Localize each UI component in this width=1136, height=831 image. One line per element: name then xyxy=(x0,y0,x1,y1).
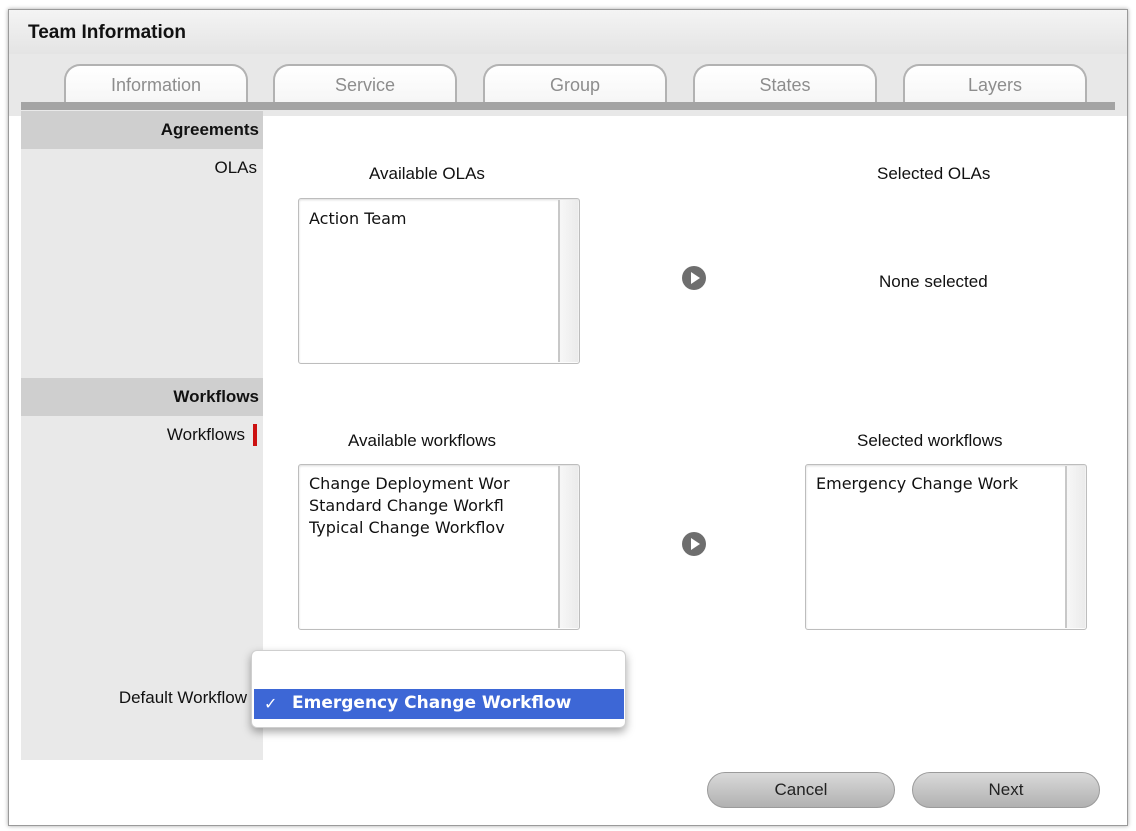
olas-field-label: OLAs xyxy=(214,158,257,177)
tab-information[interactable]: Information xyxy=(64,64,248,102)
dropdown-option-selected[interactable]: ✓ Emergency Change Workflow xyxy=(254,689,624,719)
list-item[interactable]: Change Deployment Wor xyxy=(309,474,557,493)
workflows-section-header: Workflows xyxy=(21,378,263,416)
add-ola-arrow-button[interactable] xyxy=(682,266,706,290)
default-workflow-label: Default Workflow xyxy=(118,688,247,707)
available-workflows-scrollbar[interactable] xyxy=(558,466,578,628)
team-information-window: Team Information Information Service Gro… xyxy=(8,9,1128,826)
available-olas-list[interactable]: Action Team xyxy=(298,198,580,364)
dropdown-option-label: Emergency Change Workflow xyxy=(292,693,572,713)
selected-workflows-scrollbar[interactable] xyxy=(1065,466,1085,628)
agreements-section-header: Agreements xyxy=(21,111,263,149)
next-button[interactable]: Next xyxy=(912,772,1100,808)
list-item[interactable]: Standard Change Workfl xyxy=(309,496,557,515)
tab-layers[interactable]: Layers xyxy=(903,64,1087,102)
tab-service[interactable]: Service xyxy=(273,64,457,102)
list-item[interactable]: Action Team xyxy=(309,209,555,228)
available-workflows-list[interactable]: Change Deployment Wor Standard Change Wo… xyxy=(298,464,580,630)
available-olas-title: Available OLAs xyxy=(369,164,485,183)
selected-workflows-list[interactable]: Emergency Change Work xyxy=(805,464,1087,630)
selected-workflows-title: Selected workflows xyxy=(857,431,1003,450)
required-field-marker xyxy=(253,424,257,446)
available-workflows-title: Available workflows xyxy=(348,431,497,450)
add-workflow-arrow-button[interactable] xyxy=(682,532,706,556)
available-olas-scrollbar[interactable] xyxy=(558,200,578,362)
selected-olas-title: Selected OLAs xyxy=(877,164,991,183)
title-bar: Team Information xyxy=(9,10,1127,55)
tab-underline xyxy=(21,102,1115,110)
selected-olas-empty-text: None selected xyxy=(879,272,988,291)
page-title: Team Information xyxy=(28,22,186,43)
checkmark-icon: ✓ xyxy=(264,694,278,713)
workflows-field-label: Workflows xyxy=(166,425,245,444)
tab-group[interactable]: Group xyxy=(483,64,667,102)
tab-states[interactable]: States xyxy=(693,64,877,102)
default-workflow-dropdown-menu[interactable]: ✓ Emergency Change Workflow xyxy=(251,650,626,728)
list-item[interactable]: Typical Change Workflov xyxy=(309,518,557,537)
cancel-button[interactable]: Cancel xyxy=(707,772,895,808)
list-item[interactable]: Emergency Change Work xyxy=(816,474,1062,493)
